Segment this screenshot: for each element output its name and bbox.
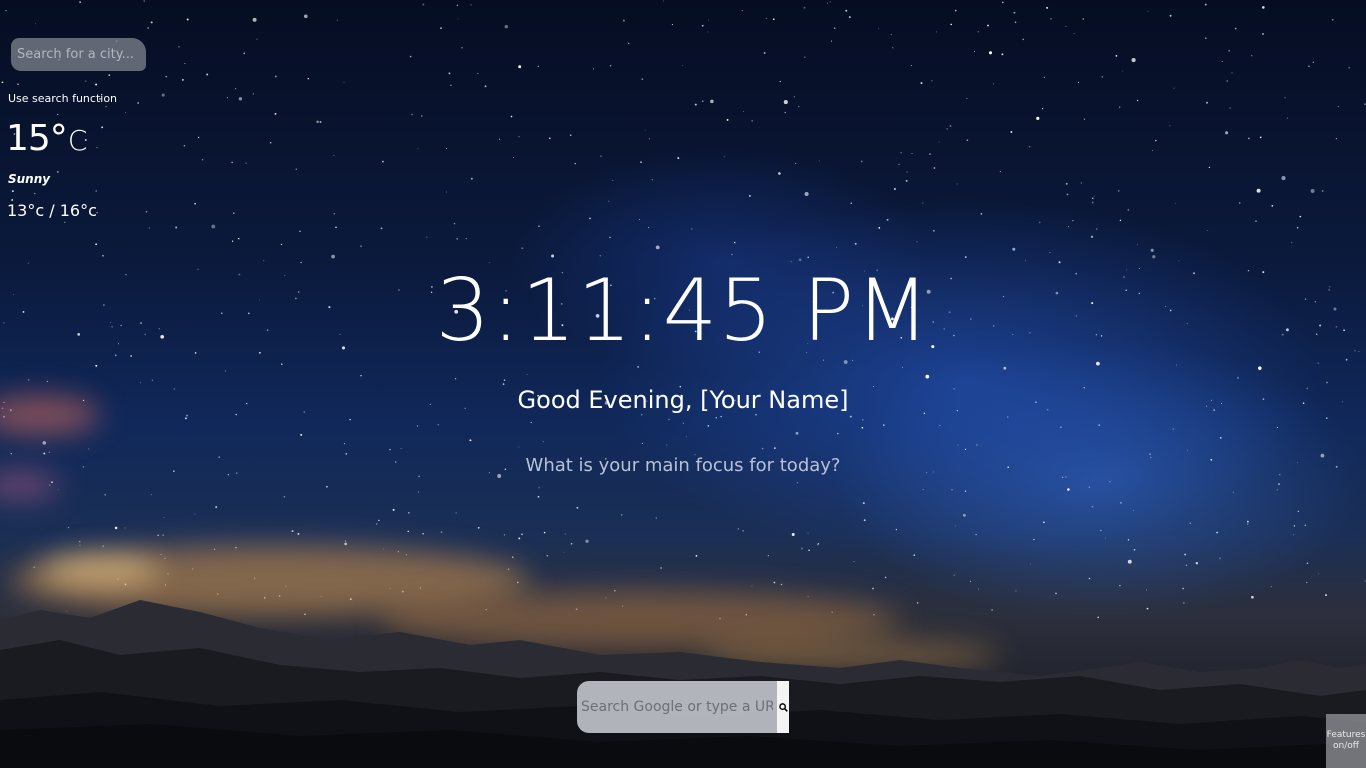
temperature-unit: C [67,124,88,157]
temperature-display: 15° C [6,118,87,159]
temperature-value: 15° [6,118,68,159]
clock: 3:11:45 PM [435,261,931,361]
background-wallpaper [0,0,1366,768]
greeting-text: Good Evening, [Your Name] [517,386,849,414]
search-button[interactable] [777,681,789,733]
weather-condition: Sunny [8,172,51,186]
search-hint-text: Use search function [8,92,118,105]
mountain-silhouette [0,600,1366,768]
temperature-range: 13°c / 16°c [7,201,97,220]
city-search-input[interactable] [11,38,146,71]
google-search-input[interactable] [577,681,777,733]
search-icon [778,702,788,712]
features-toggle-button[interactable]: Features on/off [1326,714,1366,768]
google-search-bar [577,681,789,733]
focus-question[interactable]: What is your main focus for today? [0,455,1366,476]
